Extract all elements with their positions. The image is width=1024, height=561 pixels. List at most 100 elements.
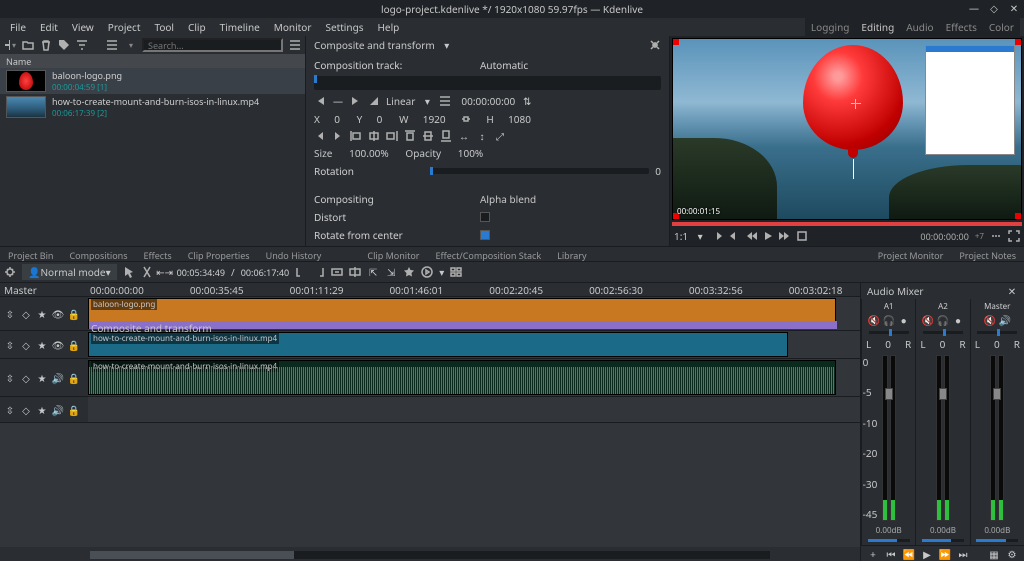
rec-icon[interactable]: ● <box>898 314 910 326</box>
pan-slider[interactable] <box>923 331 963 334</box>
clip-v1[interactable]: how-to-create-mount-and-burn-isos-in-lin… <box>88 332 788 357</box>
pan-slider[interactable] <box>977 331 1017 334</box>
options-icon[interactable] <box>124 39 136 51</box>
add-keyframe-icon[interactable]: — <box>332 95 344 107</box>
extract-icon[interactable]: ⇲ <box>385 266 397 278</box>
forward-icon[interactable] <box>778 230 790 242</box>
volume-slider[interactable] <box>868 539 910 542</box>
mute-icon[interactable]: 👁 <box>52 308 64 320</box>
menu-clip[interactable]: Clip <box>182 18 212 36</box>
keyframe-type-icon[interactable] <box>368 95 380 107</box>
fav-track-icon[interactable]: ★ <box>36 308 48 320</box>
fullscreen-icon[interactable] <box>1008 230 1020 242</box>
monitor-icon[interactable]: 🔊 <box>999 314 1011 326</box>
overflow-icon[interactable] <box>990 230 1002 242</box>
fav-track-icon[interactable]: ★ <box>36 372 48 384</box>
workspace-logging[interactable]: Logging <box>805 18 856 36</box>
target-icon[interactable]: ◇ <box>20 339 32 351</box>
compositing-value[interactable]: Alpha blend <box>480 192 536 206</box>
menu-settings[interactable]: Settings <box>319 18 369 36</box>
x-value[interactable]: 0 <box>334 112 340 126</box>
tab-clip-monitor[interactable]: Clip Monitor <box>359 247 427 261</box>
play-icon[interactable] <box>762 230 774 242</box>
menu-view[interactable]: View <box>66 18 100 36</box>
view-list-icon[interactable] <box>106 39 118 51</box>
rewind-icon[interactable]: ⏪ <box>903 548 915 560</box>
monitor-timecode[interactable]: 00:00:00:00 <box>920 230 968 243</box>
settings-icon[interactable]: ⚙ <box>1006 548 1018 560</box>
bin-item[interactable]: how-to-create-mount-and-burn-isos-in-lin… <box>0 94 305 120</box>
fit-both-icon[interactable]: ⤢ <box>494 130 506 142</box>
add-clip-button[interactable] <box>4 39 16 51</box>
db-value[interactable]: 0.00dB <box>984 525 1010 536</box>
preview-render-icon[interactable] <box>421 266 433 278</box>
keyframe-timecode[interactable]: 00:00:00:00 <box>461 94 515 108</box>
lock-icon[interactable]: 🔒 <box>68 339 80 351</box>
set-in-icon[interactable] <box>712 230 724 242</box>
tab-undo-history[interactable]: Undo History <box>258 247 330 261</box>
align-top-icon[interactable] <box>404 130 416 142</box>
solo-icon[interactable]: 🎧 <box>883 314 895 326</box>
go-end-icon[interactable] <box>332 130 344 142</box>
lock-icon[interactable]: 🔒 <box>68 404 80 416</box>
master-label[interactable]: Master <box>0 283 88 296</box>
expand-icon[interactable]: ⇳ <box>4 372 16 384</box>
menu-tool[interactable]: Tool <box>148 18 180 36</box>
clip-a1[interactable]: how-to-create-mount-and-burn-isos-in-lin… <box>88 360 836 395</box>
pointer-tool-icon[interactable] <box>123 266 135 278</box>
menu-monitor[interactable]: Monitor <box>268 18 318 36</box>
db-value[interactable]: 0.00dB <box>876 525 902 536</box>
skip-fwd-icon[interactable]: ⏭ <box>957 548 969 560</box>
lock-icon[interactable]: 🔒 <box>68 308 80 320</box>
prev-keyframe-icon[interactable] <box>314 95 326 107</box>
mute-icon[interactable]: 🔇 <box>868 314 880 326</box>
fader-handle[interactable] <box>993 388 1001 400</box>
target-icon[interactable]: ◇ <box>20 404 32 416</box>
tab-effect-stack[interactable]: Effect/Composition Stack <box>428 247 550 261</box>
handle-bottom-right[interactable] <box>1015 213 1021 219</box>
target-icon[interactable]: ◇ <box>20 308 32 320</box>
pan-slider[interactable] <box>869 331 909 334</box>
opacity-value[interactable]: 100% <box>458 146 483 160</box>
menu-file[interactable]: File <box>4 18 32 36</box>
add-icon[interactable]: + <box>867 548 879 560</box>
skip-back-icon[interactable]: ⏮ <box>885 548 897 560</box>
fit-width-icon[interactable]: ↔ <box>458 130 470 142</box>
rewind-icon[interactable] <box>746 230 758 242</box>
link-icon[interactable] <box>460 113 472 125</box>
gear-icon[interactable] <box>4 266 16 278</box>
rotation-slider[interactable] <box>430 168 649 174</box>
tab-clip-properties[interactable]: Clip Properties <box>180 247 258 261</box>
zone-in-icon[interactable] <box>295 266 307 278</box>
rec-icon[interactable]: ● <box>952 314 964 326</box>
set-out-icon[interactable] <box>728 230 740 242</box>
align-hcenter-icon[interactable] <box>368 130 380 142</box>
tab-project-bin[interactable]: Project Bin <box>0 247 61 261</box>
monitor-viewport[interactable]: 00:00:01:15 <box>672 38 1022 220</box>
menu-edit[interactable]: Edit <box>34 18 64 36</box>
bin-header-name[interactable]: Name <box>0 54 305 68</box>
tab-project-notes[interactable]: Project Notes <box>951 247 1024 261</box>
workspace-editing[interactable]: Editing <box>855 18 900 36</box>
favorite-icon[interactable] <box>403 266 415 278</box>
forward-icon[interactable]: ⏩ <box>939 548 951 560</box>
go-start-icon[interactable] <box>314 130 326 142</box>
handle-top-right[interactable] <box>1015 39 1021 45</box>
menu-help[interactable]: Help <box>372 18 406 36</box>
delete-icon[interactable] <box>40 39 52 51</box>
menu-timeline[interactable]: Timeline <box>214 18 266 36</box>
mute-icon[interactable]: 👁 <box>52 339 64 351</box>
h-value[interactable]: 1080 <box>508 112 531 126</box>
expand-icon[interactable]: ⇳ <box>4 404 16 416</box>
solo-icon[interactable]: 🎧 <box>937 314 949 326</box>
fader-handle[interactable] <box>885 388 893 400</box>
zoom-ratio[interactable]: 1:1 <box>674 229 688 243</box>
chevron-down-icon[interactable]: ▾ <box>421 95 433 107</box>
search-input[interactable] <box>142 38 283 52</box>
w-value[interactable]: 1920 <box>423 112 446 126</box>
clip-v2[interactable]: baloon-logo.png Composite and transform <box>88 298 836 329</box>
close-panel-icon[interactable]: ✕ <box>1006 285 1018 297</box>
expand-icon[interactable]: ⇳ <box>4 308 16 320</box>
maximize-icon[interactable]: ◇ <box>988 2 1000 14</box>
mute-icon[interactable]: 🔊 <box>52 372 64 384</box>
